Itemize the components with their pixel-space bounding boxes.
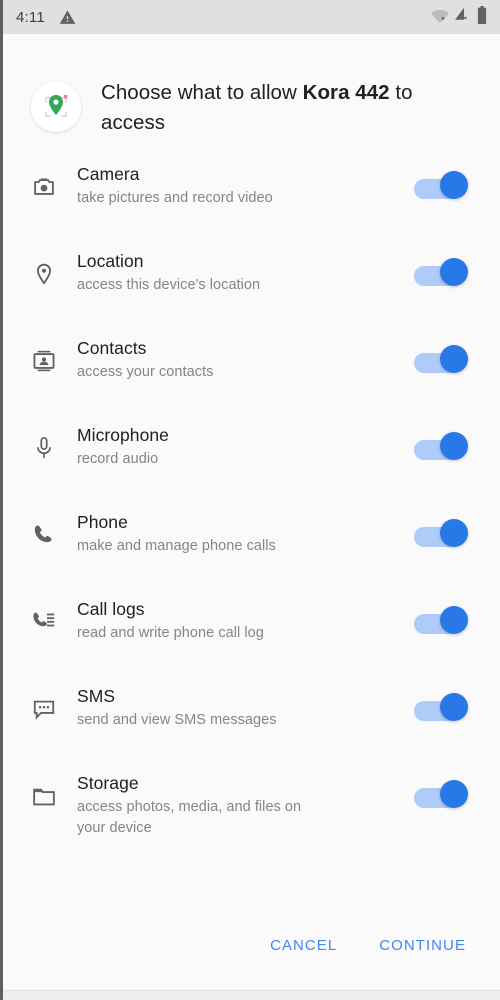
permission-text: SMS send and view SMS messages: [77, 682, 412, 731]
warning-triangle-icon: [59, 9, 76, 26]
status-bar-icons: [431, 5, 488, 29]
continue-button[interactable]: CONTINUE: [367, 927, 478, 964]
permission-row-location[interactable]: Location access this device's location: [3, 247, 500, 334]
permission-text: Location access this device's location: [77, 247, 412, 296]
status-bar: 4:11: [3, 0, 500, 34]
permission-title: SMS: [77, 686, 116, 706]
permission-row-call-logs[interactable]: Call logs read and write phone call log: [3, 595, 500, 682]
toggle-thumb: [440, 606, 468, 634]
dialog-header: Choose what to allow Kora 442 to access: [3, 34, 500, 138]
camera-icon: [31, 160, 77, 206]
permission-row-microphone[interactable]: Microphone record audio: [3, 421, 500, 508]
permission-description: take pictures and record video: [77, 190, 273, 206]
permission-text: Microphone record audio: [77, 421, 412, 470]
bottom-edge: [3, 990, 500, 1000]
permission-text: Phone make and manage phone calls: [77, 508, 412, 557]
permission-toggle-phone[interactable]: [412, 514, 474, 560]
app-name: Kora 442: [302, 81, 390, 104]
permission-title: Phone: [77, 512, 128, 532]
cellular-signal-no-sim-icon: [454, 7, 471, 27]
permission-toggle-contacts[interactable]: [412, 340, 474, 386]
permission-description: access your contacts: [77, 364, 214, 380]
permissions-dialog: Choose what to allow Kora 442 to access …: [3, 34, 500, 990]
permission-text: Camera take pictures and record video: [77, 160, 412, 209]
title-prefix: Choose what to allow: [101, 81, 303, 104]
microphone-icon: [31, 421, 77, 467]
sms-icon: [31, 682, 77, 728]
location-pin-icon: [31, 247, 77, 293]
cancel-button[interactable]: CANCEL: [258, 927, 349, 964]
toggle-thumb: [440, 171, 468, 199]
permission-description: send and view SMS messages: [77, 712, 277, 728]
permission-description: make and manage phone calls: [77, 538, 276, 554]
permission-description: record audio: [77, 451, 159, 467]
permission-text: Storage access photos, media, and files …: [77, 769, 412, 839]
permission-row-camera[interactable]: Camera take pictures and record video: [3, 160, 500, 247]
toggle-thumb: [440, 432, 468, 460]
battery-full-icon: [476, 5, 488, 29]
folder-icon: [31, 769, 77, 815]
permission-title: Storage: [77, 773, 139, 793]
wifi-disconnected-icon: [431, 7, 449, 27]
permission-toggle-sms[interactable]: [412, 688, 474, 734]
permission-title: Microphone: [77, 425, 169, 445]
toggle-thumb: [440, 519, 468, 547]
permission-toggle-location[interactable]: [412, 253, 474, 299]
toggle-thumb: [440, 345, 468, 373]
permission-description: access this device's location: [77, 277, 261, 293]
toggle-thumb: [440, 258, 468, 286]
permission-row-phone[interactable]: Phone make and manage phone calls: [3, 508, 500, 595]
permission-description: read and write phone call log: [77, 625, 264, 641]
permission-row-storage[interactable]: Storage access photos, media, and files …: [3, 769, 500, 856]
contacts-icon: [31, 334, 77, 380]
permission-row-sms[interactable]: SMS send and view SMS messages: [3, 682, 500, 769]
page-title: Choose what to allow Kora 442 to access: [101, 76, 472, 138]
dialog-actions: CANCEL CONTINUE: [3, 927, 500, 990]
permission-title: Call logs: [77, 599, 145, 619]
permission-toggle-microphone[interactable]: [412, 427, 474, 473]
permission-text: Call logs read and write phone call log: [77, 595, 412, 644]
toggle-thumb: [440, 693, 468, 721]
permission-row-contacts[interactable]: Contacts access your contacts: [3, 334, 500, 421]
permission-description: access photos, media, and files on your …: [77, 799, 302, 836]
permission-title: Camera: [77, 164, 140, 184]
status-bar-clock: 4:11: [16, 8, 45, 26]
permission-title: Location: [77, 251, 144, 271]
permission-text: Contacts access your contacts: [77, 334, 412, 383]
permission-toggle-call-logs[interactable]: [412, 601, 474, 647]
phone-icon: [31, 508, 77, 554]
permission-list: Camera take pictures and record video Lo…: [3, 138, 500, 927]
permission-title: Contacts: [77, 338, 147, 358]
call-logs-icon: [31, 595, 77, 641]
permission-toggle-camera[interactable]: [412, 166, 474, 212]
phone-screen: 4:11 Choose what to allow Kora 442 to ac…: [0, 0, 500, 1000]
permission-toggle-storage[interactable]: [412, 775, 474, 821]
toggle-thumb: [440, 780, 468, 808]
location-scanner-app-icon: [31, 82, 81, 132]
